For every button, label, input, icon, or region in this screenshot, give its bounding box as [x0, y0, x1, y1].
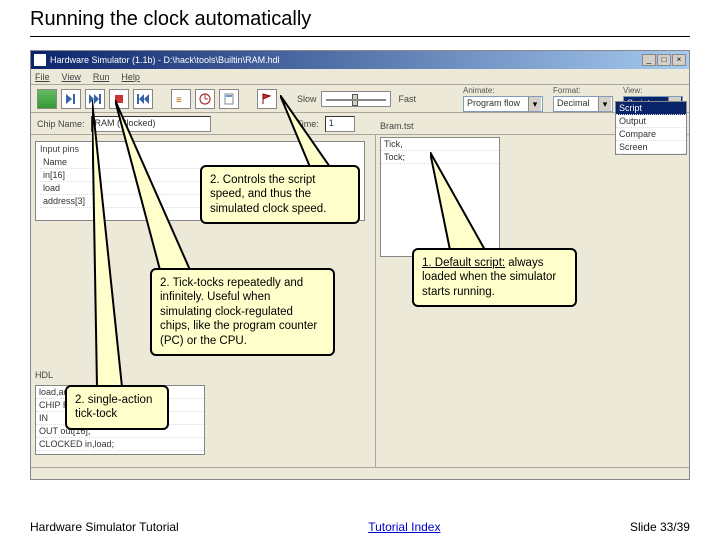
app-icon [34, 54, 46, 66]
menu-file[interactable]: File [35, 72, 50, 82]
maximize-button[interactable]: □ [657, 54, 671, 66]
menubar: File View Run Help [31, 69, 689, 85]
callout-pointer-icon [92, 100, 132, 390]
fast-label: Fast [399, 94, 417, 104]
view-label: View: [623, 86, 683, 95]
single-step-button[interactable] [61, 89, 81, 109]
menu-view[interactable]: View [62, 72, 81, 82]
title-underline [30, 36, 690, 37]
flag-button[interactable] [257, 89, 277, 109]
animate-dropdown[interactable]: Program flow [463, 96, 543, 112]
menu-run[interactable]: Run [93, 72, 110, 82]
view-option[interactable]: Script [616, 102, 686, 115]
callout-single-action: 2. single-action tick-tock [65, 385, 169, 430]
chip-label: Chip Name: [37, 119, 85, 129]
callout-speed: 2. Controls the script speed, and thus t… [200, 165, 360, 224]
hdl-line: CLOCKED in,load; [36, 438, 204, 451]
menu-help[interactable]: Help [121, 72, 140, 82]
slide-number: Slide 33/39 [630, 520, 690, 534]
calc-button[interactable] [219, 89, 239, 109]
view-dropdown-list: Script Output Compare Screen [615, 101, 687, 155]
animate-label: Animate: [463, 86, 543, 95]
chip-button[interactable] [37, 89, 57, 109]
format-label: Format: [553, 86, 613, 95]
view-option[interactable]: Compare [616, 128, 686, 141]
minimize-button[interactable]: _ [642, 54, 656, 66]
view-option[interactable]: Output [616, 115, 686, 128]
callout-ticktocks: 2. Tick-tocks repeatedly and infinitely.… [150, 268, 335, 356]
window-controls: _ □ × [642, 54, 686, 66]
view-option[interactable]: Screen [616, 141, 686, 154]
script-line: Tick, [381, 138, 499, 151]
callout-default-script: 1. Default script: always loaded when th… [412, 248, 577, 307]
close-button[interactable]: × [672, 54, 686, 66]
titlebar: Hardware Simulator (1.1b) - D:\hack\tool… [31, 51, 689, 69]
slide-title: Running the clock automatically [30, 8, 311, 31]
format-dropdown[interactable]: Decimal [553, 96, 613, 112]
footer: Hardware Simulator Tutorial Tutorial Ind… [30, 520, 690, 534]
footer-left: Hardware Simulator Tutorial [30, 520, 179, 534]
callout-pointer-icon [430, 152, 500, 252]
callout-pointer-icon [280, 95, 350, 170]
tutorial-index-link[interactable]: Tutorial Index [368, 520, 440, 534]
script-title: Bram.tst [380, 121, 414, 131]
statusbar [31, 467, 689, 479]
window-title: Hardware Simulator (1.1b) - D:\hack\tool… [50, 55, 280, 65]
hdl-title: HDL [35, 370, 53, 380]
